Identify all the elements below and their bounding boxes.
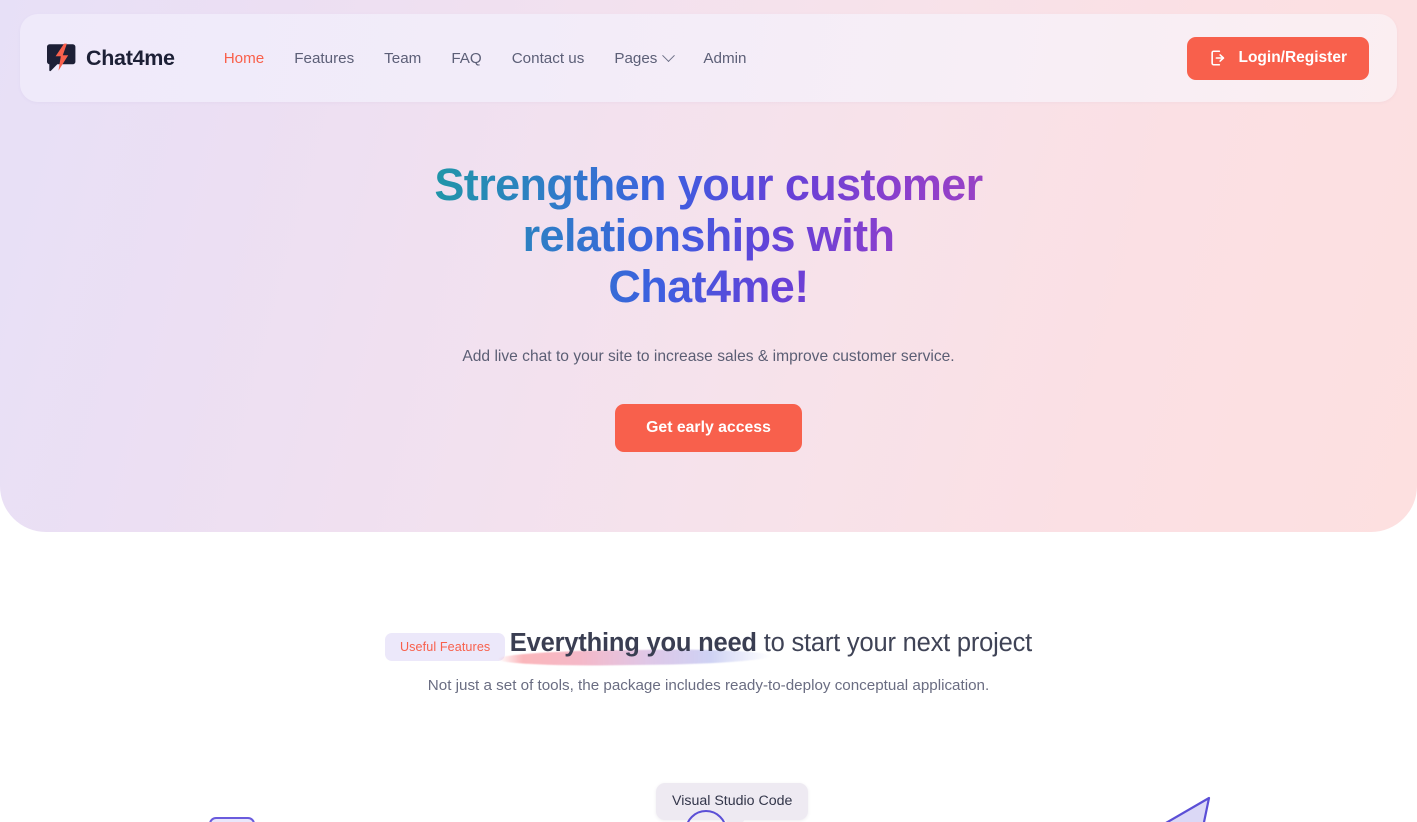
site-header: Chat4me Home Features Team FAQ Contact u… (20, 14, 1397, 102)
features-heading-rest: to start your next project (756, 629, 1033, 657)
hero-title-line-3: Chat4me! (608, 260, 809, 312)
chevron-down-icon (662, 48, 676, 62)
features-heading-bold: Everything you need (509, 629, 757, 657)
login-arrow-icon (1209, 49, 1227, 67)
nav-item-faq[interactable]: FAQ (436, 42, 496, 75)
nav-item-home[interactable]: Home (209, 42, 280, 75)
login-register-button[interactable]: Login/Register (1187, 36, 1369, 80)
hero-title-line-2: relationships with (522, 209, 895, 261)
hero-content: Strengthen your customer relationships w… (0, 160, 1417, 452)
chat-bubble-lightning-icon (46, 43, 77, 73)
features-subheading: Not just a set of tools, the package inc… (427, 677, 990, 694)
features-section: Useful Features Everything you need to s… (0, 532, 1417, 822)
nav-item-admin[interactable]: Admin (688, 42, 761, 75)
nav-item-features[interactable]: Features (279, 42, 369, 75)
brand-logo[interactable]: Chat4me (46, 43, 175, 73)
hero-title: Strengthen your customer relationships w… (429, 160, 989, 313)
hero-subtitle: Add live chat to your site to increase s… (462, 347, 955, 365)
nav-item-contact-us[interactable]: Contact us (497, 42, 600, 75)
useful-features-badge: Useful Features (384, 633, 506, 661)
get-early-access-button[interactable]: Get early access (615, 403, 802, 452)
hero-section: Chat4me Home Features Team FAQ Contact u… (0, 0, 1417, 532)
nav-item-team[interactable]: Team (369, 42, 436, 75)
hero-title-line-1: Strengthen your customer (434, 159, 983, 210)
page-root: Chat4me Home Features Team FAQ Contact u… (0, 0, 1417, 822)
login-register-label: Login/Register (1238, 49, 1347, 66)
nav-item-pages-label: Pages (614, 49, 658, 67)
features-heading: Everything you need to start your next p… (510, 629, 1032, 658)
brand-name: Chat4me (86, 45, 175, 70)
features-heading-wrap: Everything you need to start your next p… (497, 629, 1032, 667)
nav-item-pages[interactable]: Pages (599, 42, 688, 75)
main-navigation: Home Features Team FAQ Contact us Pages … (209, 42, 1188, 75)
